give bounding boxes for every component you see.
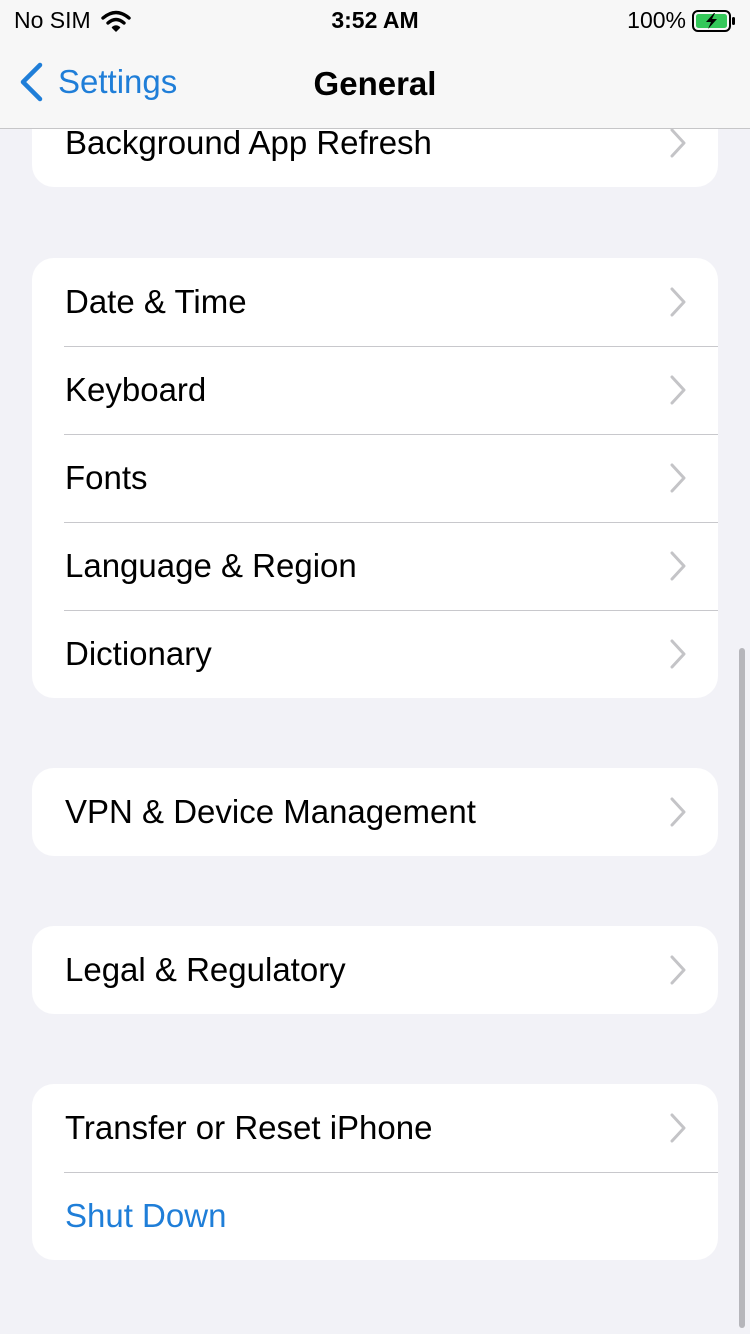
row-label: Background App Refresh <box>65 124 432 161</box>
row-dictionary[interactable]: Dictionary <box>32 610 718 698</box>
shut-down-label: Shut Down <box>65 1197 227 1234</box>
row-keyboard[interactable]: Keyboard <box>32 346 718 434</box>
row-label: Language & Region <box>65 547 357 584</box>
battery-percent: 100% <box>627 7 686 33</box>
chevron-right-icon <box>670 287 686 317</box>
status-right: 100% <box>627 7 736 34</box>
row-label: VPN & Device Management <box>65 793 476 830</box>
row-legal-regulatory[interactable]: Legal & Regulatory <box>32 926 718 1014</box>
chevron-right-icon <box>670 955 686 985</box>
group-vpn: VPN & Device Management <box>32 768 718 856</box>
scroll-indicator <box>739 648 745 1328</box>
chevron-right-icon <box>670 128 686 158</box>
row-fonts[interactable]: Fonts <box>32 434 718 522</box>
row-vpn-device-management[interactable]: VPN & Device Management <box>32 768 718 856</box>
chevron-right-icon <box>670 463 686 493</box>
row-label: Date & Time <box>65 283 247 320</box>
row-label: Dictionary <box>65 635 212 672</box>
navigation-bar: Settings General <box>0 40 750 129</box>
shut-down-button[interactable]: Shut Down <box>32 1172 718 1260</box>
page-title: General <box>313 65 437 102</box>
group-date-language: Date & Time Keyboard Fonts Language & Re… <box>32 258 718 698</box>
status-bar: No SIM 3:52 AM 100% <box>0 0 750 40</box>
row-label: Legal & Regulatory <box>65 951 346 988</box>
chevron-right-icon <box>670 797 686 827</box>
row-label: Fonts <box>65 459 148 496</box>
group-reset-shutdown: Transfer or Reset iPhone Shut Down <box>32 1084 718 1260</box>
chevron-right-icon <box>670 551 686 581</box>
row-transfer-reset[interactable]: Transfer or Reset iPhone <box>32 1084 718 1172</box>
row-label: Keyboard <box>65 371 207 408</box>
battery-charging-icon <box>692 9 735 32</box>
chevron-right-icon <box>670 639 686 669</box>
group-legal: Legal & Regulatory <box>32 926 718 1014</box>
chevron-right-icon <box>670 375 686 405</box>
settings-list[interactable]: Background App Refresh Date & Time Keybo… <box>0 0 750 1334</box>
row-language-region[interactable]: Language & Region <box>32 522 718 610</box>
row-label: Transfer or Reset iPhone <box>65 1109 433 1146</box>
chevron-right-icon <box>670 1113 686 1143</box>
settings-general-screen: Background App Refresh Date & Time Keybo… <box>0 0 750 1334</box>
row-date-time[interactable]: Date & Time <box>32 258 718 346</box>
